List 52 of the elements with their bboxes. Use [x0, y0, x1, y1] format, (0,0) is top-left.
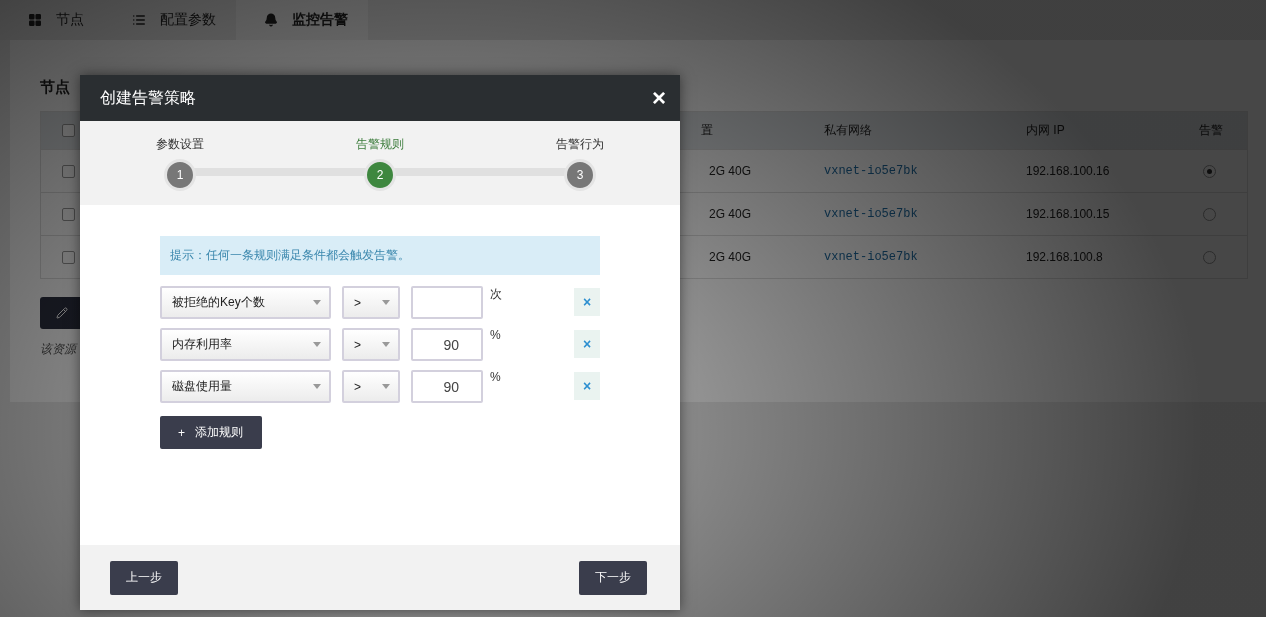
- threshold-input[interactable]: 90: [411, 370, 483, 403]
- column-header: 置: [700, 122, 714, 139]
- threshold-input[interactable]: [411, 286, 483, 319]
- back-button[interactable]: 上一步: [110, 560, 178, 595]
- note-text: 该资源: [40, 341, 76, 358]
- list-icon: [132, 13, 146, 27]
- checkbox[interactable]: [62, 250, 75, 264]
- caret-icon: [382, 342, 390, 347]
- pencil-icon: [56, 307, 68, 319]
- tip-message: 提示：任何一条规则满足条件都会触发告警。: [160, 236, 600, 275]
- operator-select[interactable]: >: [342, 328, 400, 361]
- step-number: 3: [564, 159, 596, 191]
- radio-button[interactable]: [1203, 207, 1216, 221]
- checkbox[interactable]: [62, 207, 75, 221]
- step-number: 2: [364, 159, 396, 191]
- operator-select[interactable]: >: [342, 286, 400, 319]
- caret-icon: [313, 384, 321, 389]
- radio-button[interactable]: [1203, 164, 1216, 178]
- section-title: 节点: [40, 78, 70, 97]
- metric-select[interactable]: 被拒绝的Key个数: [160, 286, 331, 319]
- step-label: 告警行为: [556, 136, 604, 153]
- step-label: 告警规则: [356, 136, 404, 153]
- checkbox[interactable]: [62, 124, 75, 137]
- operator-select[interactable]: >: [342, 370, 400, 403]
- caret-icon: [313, 342, 321, 347]
- step-number: 1: [164, 159, 196, 191]
- table-cell-text: 192.168.100.16: [1025, 164, 1111, 178]
- table-cell-text: 2G 40G: [708, 164, 753, 178]
- unit-label: %: [490, 328, 502, 342]
- table-cell-text: 2G 40G: [708, 207, 753, 221]
- column-header: 私有网络: [823, 122, 873, 139]
- metric-select[interactable]: 磁盘使用量: [160, 370, 331, 403]
- caret-icon: [382, 384, 390, 389]
- table-cell-text: 2G 40G: [708, 250, 753, 264]
- unit-label: %: [490, 370, 502, 384]
- unit-label: 次: [490, 286, 503, 303]
- radio-button[interactable]: [1203, 250, 1216, 264]
- dialog-title: 创建告警策略: [100, 87, 196, 108]
- bell-icon: [264, 13, 278, 27]
- threshold-input[interactable]: 90: [411, 328, 483, 361]
- checkbox[interactable]: [62, 164, 75, 178]
- caret-icon: [382, 300, 390, 305]
- add-rule-button[interactable]: + 添加规则: [160, 416, 262, 449]
- step-label: 参数设置: [156, 136, 204, 153]
- column-header: 内网 IP: [1025, 122, 1066, 139]
- grid-icon: [28, 13, 42, 27]
- close-button[interactable]: ×: [652, 86, 666, 110]
- table-cell-text: 192.168.100.15: [1025, 207, 1111, 221]
- caret-icon: [313, 300, 321, 305]
- metric-select[interactable]: 内存利用率: [160, 328, 331, 361]
- table-cell-text: 192.168.100.8: [1025, 250, 1104, 264]
- next-button[interactable]: 下一步: [579, 560, 647, 595]
